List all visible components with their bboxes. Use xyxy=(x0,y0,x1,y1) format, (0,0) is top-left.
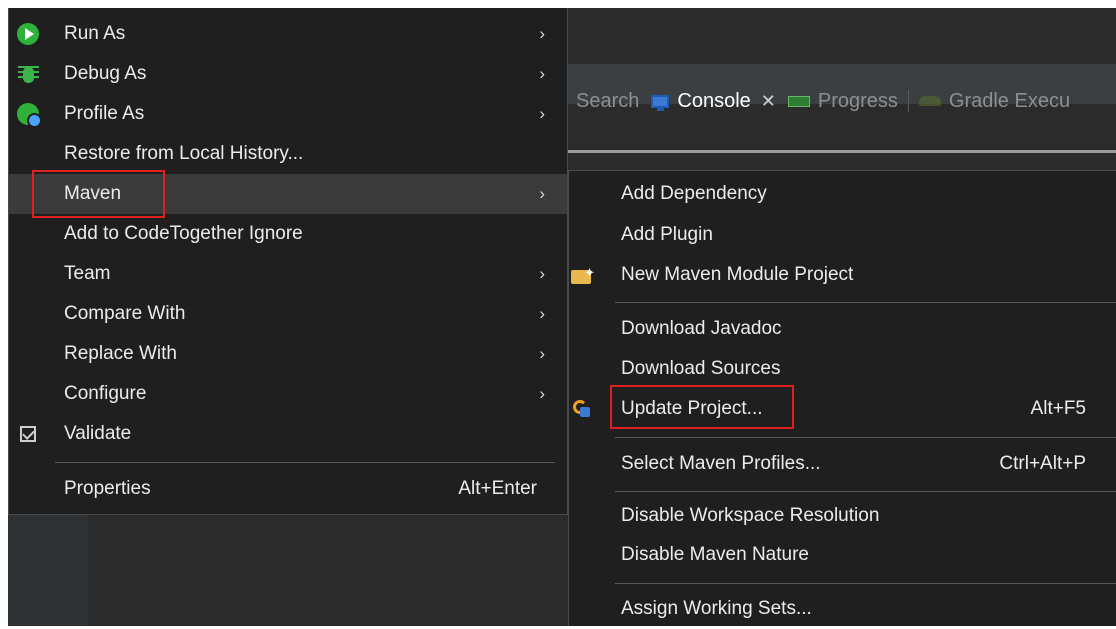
menu-item-label: Add Plugin xyxy=(621,224,713,245)
menu-item-label: Add to CodeTogether Ignore xyxy=(64,223,303,244)
menu-item-label: Disable Workspace Resolution xyxy=(621,505,880,526)
menu-item-run-as[interactable]: Run As › xyxy=(9,14,567,54)
menu-item-add-codetogether-ignore[interactable]: Add to CodeTogether Ignore xyxy=(9,214,567,254)
chevron-right-icon: › xyxy=(539,384,545,403)
tab-console[interactable]: Console ✕ xyxy=(645,90,781,113)
view-tabs: Search Console ✕ Progress Gradle Execu xyxy=(570,84,1076,118)
console-icon xyxy=(651,94,670,111)
menu-item-label: Debug As xyxy=(64,63,147,84)
progress-icon xyxy=(787,95,810,107)
tab-separator xyxy=(907,90,909,112)
tab-search[interactable]: Search xyxy=(570,90,645,113)
gradle-icon xyxy=(918,96,941,106)
menu-item-accelerator: Alt+Enter xyxy=(458,478,537,499)
checkbox-icon xyxy=(15,421,41,447)
run-icon xyxy=(15,21,41,47)
chevron-right-icon: › xyxy=(539,24,545,43)
menu-separator xyxy=(615,437,1116,438)
tab-gradle-executions[interactable]: Gradle Execu xyxy=(913,90,1076,113)
chevron-right-icon: › xyxy=(539,104,545,123)
menu-item-label: Profile As xyxy=(64,103,145,124)
menu-item-label: Disable Maven Nature xyxy=(621,544,809,565)
menu-item-properties[interactable]: Properties Alt+Enter xyxy=(9,469,567,509)
menu-item-label: Download Sources xyxy=(621,358,781,379)
menu-separator xyxy=(615,302,1116,303)
menu-item-download-javadoc[interactable]: Download Javadoc xyxy=(569,309,1116,349)
maven-highlight-box xyxy=(32,170,165,218)
panel-divider xyxy=(565,150,1116,153)
menu-item-label: Team xyxy=(64,263,111,284)
menu-item-label: Select Maven Profiles... xyxy=(621,453,821,474)
menu-item-accelerator: Alt+F5 xyxy=(1030,398,1086,419)
menu-item-configure[interactable]: Configure › xyxy=(9,374,567,414)
menu-item-label: Properties xyxy=(64,478,151,499)
menu-item-download-sources[interactable]: Download Sources xyxy=(569,349,1116,389)
menu-separator xyxy=(615,583,1116,584)
tab-search-label: Search xyxy=(576,89,640,112)
menu-item-assign-working-sets[interactable]: Assign Working Sets... xyxy=(569,589,1116,629)
menu-item-accelerator: Ctrl+Alt+P xyxy=(999,453,1086,474)
menu-item-label: Download Javadoc xyxy=(621,318,782,339)
menu-item-team[interactable]: Team › xyxy=(9,254,567,294)
update-icon xyxy=(569,396,595,422)
menu-item-label: Add Dependency xyxy=(621,183,767,204)
tab-gradle-label: Gradle Execu xyxy=(948,89,1071,112)
menu-separator xyxy=(615,491,1116,492)
menu-item-disable-maven-nature[interactable]: Disable Maven Nature xyxy=(569,535,1116,575)
menu-item-replace-with[interactable]: Replace With › xyxy=(9,334,567,374)
menu-item-label: Validate xyxy=(64,423,132,444)
menu-item-disable-workspace-resolution[interactable]: Disable Workspace Resolution xyxy=(569,496,1116,536)
module-icon: ✦ xyxy=(569,262,595,288)
update-project-highlight-box xyxy=(610,385,794,429)
chevron-right-icon: › xyxy=(539,304,545,323)
chevron-right-icon: › xyxy=(539,184,545,203)
tab-progress-label: Progress xyxy=(817,89,898,112)
menu-item-add-dependency[interactable]: Add Dependency xyxy=(569,174,1116,214)
menu-item-debug-as[interactable]: Debug As › xyxy=(9,54,567,94)
menu-item-label: New Maven Module Project xyxy=(621,264,854,285)
bug-icon xyxy=(15,61,41,87)
menu-item-label: Compare With xyxy=(64,303,186,324)
context-menu: Run As › Debug As › Profile As › Restore… xyxy=(8,8,568,515)
chevron-right-icon: › xyxy=(539,264,545,283)
chevron-right-icon: › xyxy=(539,344,545,363)
menu-item-label: Run As xyxy=(64,23,126,44)
menu-item-restore-local-history[interactable]: Restore from Local History... xyxy=(9,134,567,174)
chevron-right-icon: › xyxy=(539,64,545,83)
menu-item-compare-with[interactable]: Compare With › xyxy=(9,294,567,334)
menu-item-new-maven-module[interactable]: ✦ New Maven Module Project xyxy=(569,255,1116,295)
menu-item-profile-as[interactable]: Profile As › xyxy=(9,94,567,134)
close-icon[interactable]: ✕ xyxy=(761,91,776,112)
menu-separator xyxy=(55,462,555,463)
menu-item-validate[interactable]: Validate xyxy=(9,414,567,454)
menu-item-label: Replace With xyxy=(64,343,177,364)
menu-item-select-maven-profiles[interactable]: Select Maven Profiles... Ctrl+Alt+P xyxy=(569,444,1116,484)
menu-item-add-plugin[interactable]: Add Plugin xyxy=(569,215,1116,255)
profile-icon xyxy=(15,101,42,128)
menu-item-label: Restore from Local History... xyxy=(64,143,304,164)
tab-progress[interactable]: Progress xyxy=(782,90,904,113)
menu-item-label: Assign Working Sets... xyxy=(621,598,812,619)
menu-item-label: Configure xyxy=(64,383,147,404)
tab-console-label: Console xyxy=(677,89,751,112)
